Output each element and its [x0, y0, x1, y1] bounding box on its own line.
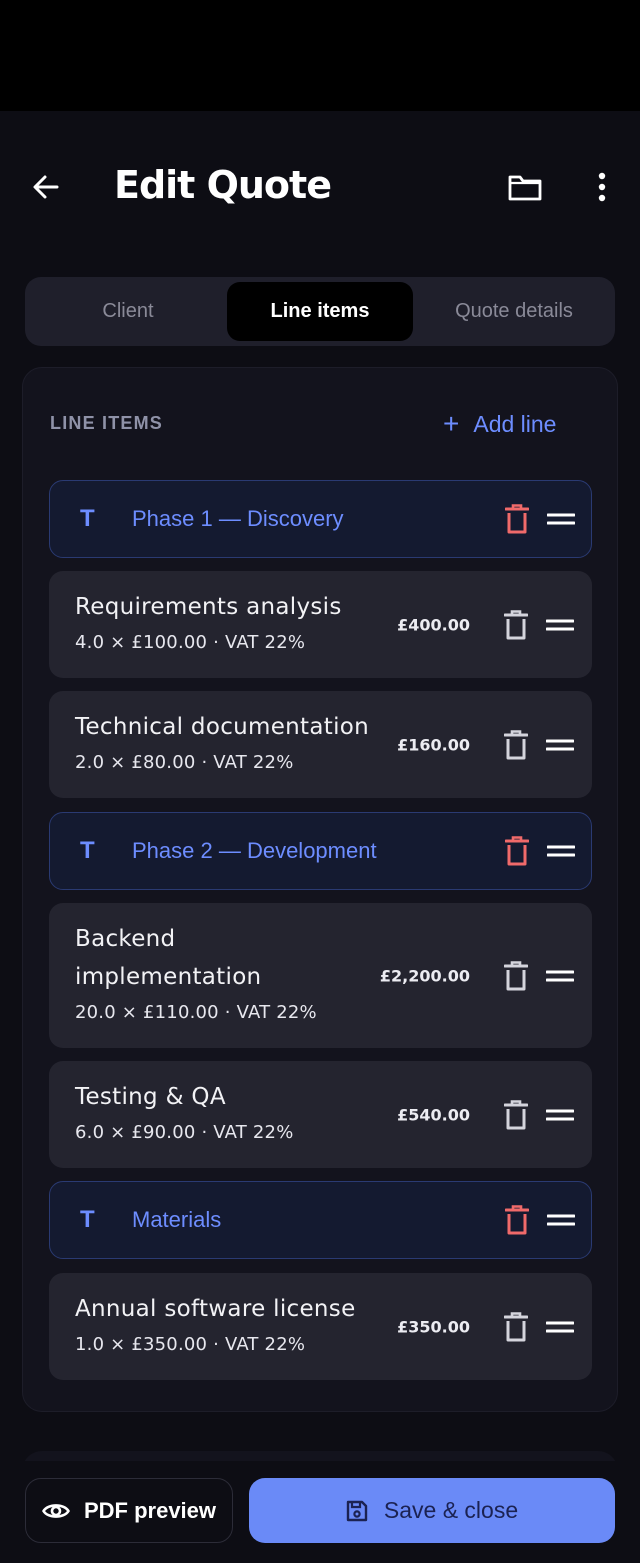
save-icon	[346, 1500, 368, 1521]
item-detail: 20.0 × £110.00 · VAT 22%	[75, 1002, 317, 1023]
add-line-label: Add line	[473, 410, 557, 437]
trash-icon	[504, 960, 528, 990]
item-name-line-2: implementation	[75, 964, 262, 990]
drag-handle[interactable]	[543, 730, 577, 760]
item-name: Annual software license	[75, 1296, 356, 1322]
trash-icon	[504, 729, 528, 759]
delete-item-button[interactable]	[501, 1310, 531, 1344]
delete-item-button[interactable]	[501, 728, 531, 762]
item-name: Technical documentation	[75, 714, 370, 740]
line-item-row[interactable]: Backend implementation 20.0 × £110.00 · …	[49, 903, 592, 1048]
section-title: Phase 2 — Development	[132, 838, 377, 863]
trash-icon	[504, 609, 528, 639]
drag-handle-icon	[546, 1321, 574, 1332]
item-name: Testing & QA	[75, 1084, 226, 1110]
text-type-icon: T	[80, 837, 95, 864]
drag-handle-icon	[546, 739, 574, 750]
plus-icon: +	[443, 408, 460, 439]
drag-handle[interactable]	[543, 1312, 577, 1342]
more-options-button[interactable]	[580, 165, 624, 209]
item-price: £160.00	[397, 735, 470, 754]
save-and-close-label: Save & close	[383, 1497, 519, 1523]
item-detail: 6.0 × £90.00 · VAT 22%	[75, 1122, 294, 1143]
status-bar	[0, 0, 640, 111]
drag-handle[interactable]	[543, 1100, 577, 1130]
item-price: £400.00	[397, 615, 470, 634]
drag-handle-icon	[546, 1109, 574, 1120]
eye-icon	[42, 1503, 70, 1518]
bottom-action-bar: PDF preview Save & close	[0, 1461, 640, 1563]
section-title: Materials	[132, 1207, 222, 1232]
line-item-row[interactable]: Testing & QA 6.0 × £90.00 · VAT 22% £540…	[49, 1061, 592, 1168]
section-row[interactable]: T Phase 2 — Development	[49, 812, 592, 890]
header: Edit Quote	[0, 111, 640, 261]
item-detail: 2.0 × £80.00 · VAT 22%	[75, 752, 294, 773]
drag-handle[interactable]	[544, 504, 578, 534]
tab-client[interactable]: Client	[30, 282, 226, 341]
item-name-line-1: Backend	[75, 926, 176, 952]
item-price: £540.00	[397, 1105, 470, 1124]
app-screen: Edit Quote Client Line items Quote detai…	[0, 111, 640, 1563]
drag-handle-icon	[546, 970, 574, 981]
section-row[interactable]: T Phase 1 — Discovery	[49, 480, 592, 558]
section-label: LINE ITEMS	[50, 413, 164, 433]
drag-handle-icon	[547, 1214, 575, 1226]
item-detail: 1.0 × £350.00 · VAT 22%	[75, 1334, 306, 1355]
item-price: £350.00	[397, 1317, 470, 1336]
trash-icon	[505, 836, 529, 866]
item-price: £2,200.00	[379, 966, 470, 985]
trash-icon	[505, 1205, 529, 1235]
pdf-preview-button[interactable]: PDF preview	[25, 1478, 233, 1543]
item-detail: 4.0 × £100.00 · VAT 22%	[75, 632, 306, 653]
delete-section-button[interactable]	[502, 502, 532, 536]
drag-handle-icon	[546, 619, 574, 630]
delete-item-button[interactable]	[501, 1098, 531, 1132]
drag-handle-icon	[547, 845, 575, 857]
line-item-row[interactable]: Technical documentation 2.0 × £80.00 · V…	[49, 691, 592, 798]
trash-icon	[504, 1099, 528, 1129]
delete-item-button[interactable]	[501, 608, 531, 642]
delete-section-button[interactable]	[502, 1203, 532, 1237]
item-name: Requirements analysis	[75, 594, 342, 620]
page-title: Edit Quote	[114, 163, 332, 207]
delete-item-button[interactable]	[501, 959, 531, 993]
line-item-row[interactable]: Requirements analysis 4.0 × £100.00 · VA…	[49, 571, 592, 678]
tab-line-items[interactable]: Line items	[227, 282, 413, 341]
section-row[interactable]: T Materials	[49, 1181, 592, 1259]
section-title: Phase 1 — Discovery	[132, 506, 344, 531]
tab-bar: Client Line items Quote details	[25, 277, 615, 346]
drag-handle[interactable]	[544, 1205, 578, 1235]
text-type-icon: T	[80, 505, 95, 532]
back-button[interactable]	[24, 165, 68, 209]
drag-handle[interactable]	[543, 961, 577, 991]
folder-icon	[508, 175, 542, 201]
more-vertical-icon	[598, 172, 606, 202]
trash-icon	[504, 1311, 528, 1341]
save-and-close-button[interactable]: Save & close	[249, 1478, 615, 1543]
folder-button[interactable]	[500, 165, 550, 209]
text-type-icon: T	[80, 1206, 95, 1233]
drag-handle[interactable]	[544, 836, 578, 866]
pdf-preview-label: PDF preview	[83, 1497, 217, 1523]
line-items-panel: LINE ITEMS + Add line T Phase 1 — Discov…	[22, 367, 618, 1412]
tab-quote-details[interactable]: Quote details	[417, 282, 611, 341]
line-item-row[interactable]: Annual software license 1.0 × £350.00 · …	[49, 1273, 592, 1380]
arrow-left-icon	[33, 175, 59, 199]
drag-handle[interactable]	[543, 610, 577, 640]
add-line-button[interactable]: + Add line	[443, 406, 556, 442]
drag-handle-icon	[547, 513, 575, 525]
trash-icon	[505, 504, 529, 534]
delete-section-button[interactable]	[502, 834, 532, 868]
